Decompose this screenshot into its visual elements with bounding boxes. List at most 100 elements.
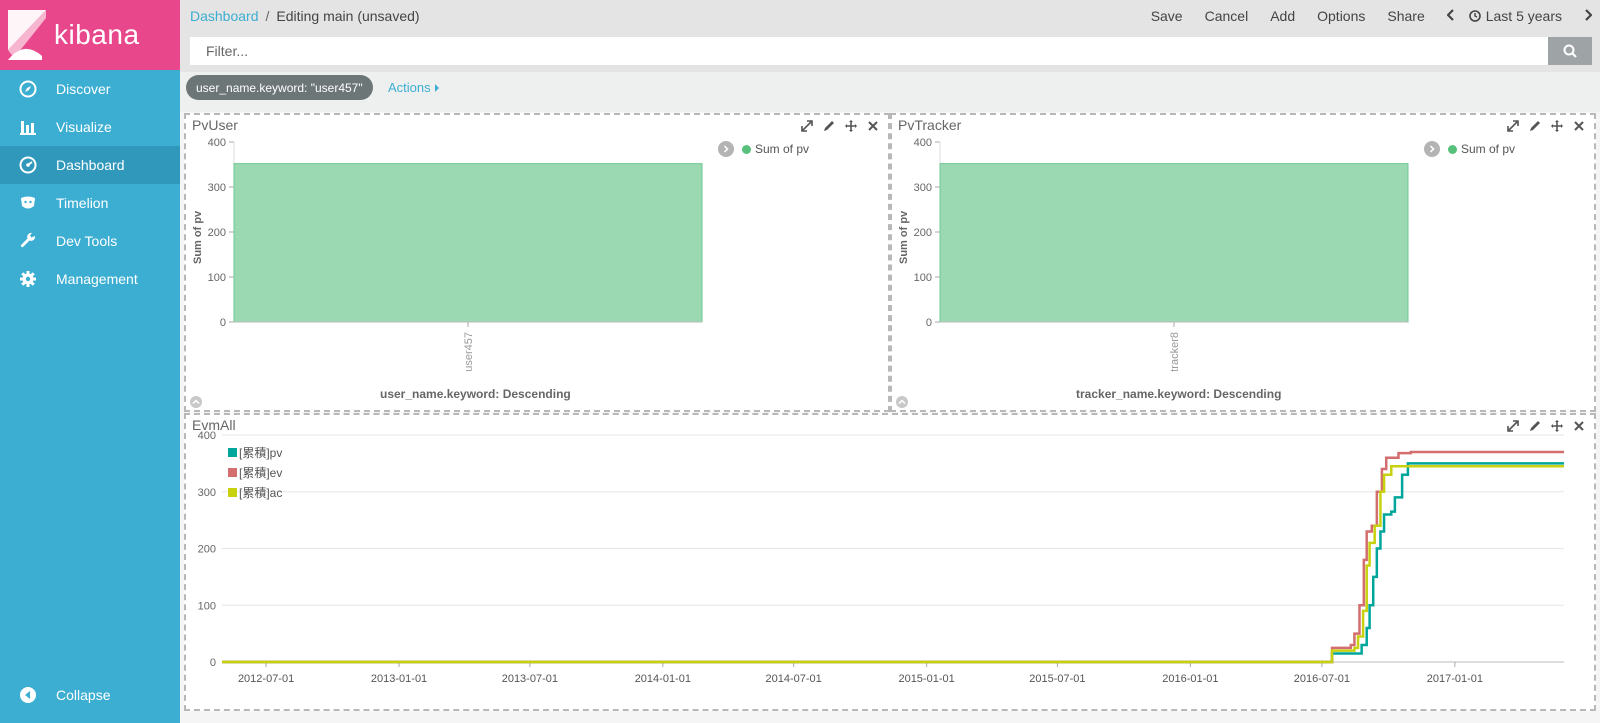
x-tick-label: 2013-01-01 bbox=[371, 673, 427, 685]
y-axis-title: Sum of pv bbox=[192, 210, 204, 264]
x-axis-title: tracker_name.keyword: Descending bbox=[1076, 387, 1282, 401]
legend-swatch bbox=[228, 448, 237, 457]
sidebar-nav: Discover Visualize Dashboard Timelion De… bbox=[0, 70, 180, 298]
x-tick-label: user457 bbox=[463, 332, 475, 372]
add-button[interactable]: Add bbox=[1270, 8, 1295, 24]
legend-toggle-icon[interactable] bbox=[718, 141, 734, 157]
share-button[interactable]: Share bbox=[1387, 8, 1424, 24]
sidebar-item-label: Management bbox=[56, 271, 138, 287]
legend-swatch bbox=[228, 468, 237, 477]
x-tick-label: 2012-07-01 bbox=[238, 673, 294, 685]
legend-label: [累積]ev bbox=[239, 466, 283, 480]
sidebar: kibana Discover Visualize Dashboard Time… bbox=[0, 0, 180, 723]
time-range-label: Last 5 years bbox=[1485, 8, 1562, 24]
legend-item-ac[interactable]: [累積]ac bbox=[228, 484, 282, 501]
pvuser-chart: 0 100 200 300 400 user457 bbox=[208, 137, 703, 372]
y-tick-label: 200 bbox=[208, 227, 226, 239]
bar bbox=[233, 163, 703, 323]
gear-icon bbox=[18, 269, 38, 289]
y-tick-label: 300 bbox=[914, 182, 932, 194]
y-tick-label: 300 bbox=[198, 487, 216, 499]
y-tick-label: 0 bbox=[210, 657, 216, 669]
sidebar-item-label: Timelion bbox=[56, 195, 109, 211]
sidebar-item-dashboard[interactable]: Dashboard bbox=[0, 146, 180, 184]
filter-bar bbox=[180, 32, 1600, 72]
y-tick-label: 100 bbox=[198, 600, 216, 612]
x-tick-label: 2017-01-01 bbox=[1427, 673, 1483, 685]
timelion-icon bbox=[18, 193, 38, 213]
legend-label: [累積]ac bbox=[239, 486, 283, 500]
y-tick-label: 200 bbox=[914, 227, 932, 239]
breadcrumb-separator: / bbox=[265, 8, 270, 24]
time-forward-chevron-icon[interactable] bbox=[1584, 8, 1593, 24]
kibana-wordmark: kibana bbox=[54, 19, 140, 50]
x-tick-label: 2016-07-01 bbox=[1294, 673, 1350, 685]
bar-chart-icon bbox=[18, 117, 38, 137]
y-tick-label: 0 bbox=[926, 317, 932, 329]
filter-pill-bar: user_name.keyword: "user457" Actions bbox=[180, 72, 1600, 112]
y-axis-title: Sum of pv bbox=[898, 210, 910, 264]
x-tick-label: 2014-01-01 bbox=[635, 673, 691, 685]
legend-swatch bbox=[1448, 144, 1457, 154]
line-legend: [累積]pv [累積]ev [累積]ac bbox=[228, 444, 282, 501]
panel-caret-up-icon[interactable] bbox=[190, 396, 202, 408]
y-tick-label: 100 bbox=[914, 272, 932, 284]
legend-item[interactable]: Sum of pv bbox=[742, 142, 809, 156]
legend-label: Sum of pv bbox=[1461, 142, 1516, 156]
filter-input[interactable] bbox=[190, 37, 1548, 65]
filter-pill[interactable]: user_name.keyword: "user457" bbox=[186, 75, 373, 100]
y-tick-label: 400 bbox=[914, 137, 932, 149]
sidebar-item-discover[interactable]: Discover bbox=[0, 70, 180, 108]
panel-evmall: EvmAll 0 100 200 300 400 2012-07-01 2013-01-01… bbox=[184, 413, 1596, 711]
x-tick-label: 2015-01-01 bbox=[898, 673, 954, 685]
actions-dropdown[interactable]: Actions bbox=[388, 80, 440, 95]
legend-toggle-icon[interactable] bbox=[1424, 141, 1440, 157]
clock-icon bbox=[1468, 10, 1481, 22]
x-tick-label: 2014-07-01 bbox=[765, 673, 821, 685]
time-picker[interactable]: Last 5 years bbox=[1468, 8, 1562, 24]
sidebar-item-label: Visualize bbox=[56, 119, 112, 135]
actions-label: Actions bbox=[388, 80, 431, 95]
caret-right-icon bbox=[435, 84, 440, 92]
sidebar-item-label: Dev Tools bbox=[56, 233, 118, 249]
panel-pvuser: PvUser 0 100 200 300 400 user457 Sum of pv us… bbox=[184, 113, 890, 412]
legend-item-pv[interactable]: [累積]pv bbox=[228, 444, 282, 461]
top-actions: Save Cancel Add Options Share Last 5 yea… bbox=[1129, 0, 1593, 32]
filter-pill-label: user_name.keyword: "user457" bbox=[196, 80, 363, 95]
x-tick-label: 2016-01-01 bbox=[1162, 673, 1218, 685]
y-tick-label: 400 bbox=[198, 430, 216, 442]
pvtracker-chart: 0 100 200 300 400 tracker8 bbox=[914, 137, 1409, 372]
evmall-chart: 0 100 200 300 400 2012-07-01 2013-01-01 2013-07… bbox=[198, 430, 1564, 685]
sidebar-item-timelion[interactable]: Timelion bbox=[0, 184, 180, 222]
x-tick-label: 2015-07-01 bbox=[1029, 673, 1085, 685]
legend-label: Sum of pv bbox=[755, 142, 810, 156]
legend-item-ev[interactable]: [累積]ev bbox=[228, 464, 282, 481]
bar bbox=[939, 163, 1409, 323]
time-back-chevron-icon[interactable] bbox=[1446, 8, 1455, 24]
top-nav-bar: Dashboard / Editing main (unsaved) Save … bbox=[180, 0, 1600, 32]
breadcrumb-dashboard[interactable]: Dashboard bbox=[190, 8, 259, 24]
legend-swatch bbox=[742, 144, 751, 154]
dashboard-icon bbox=[18, 155, 38, 175]
sidebar-item-management[interactable]: Management bbox=[0, 260, 180, 298]
wrench-icon bbox=[18, 231, 38, 251]
search-button[interactable] bbox=[1548, 37, 1592, 65]
sidebar-item-visualize[interactable]: Visualize bbox=[0, 108, 180, 146]
y-tick-label: 100 bbox=[208, 272, 226, 284]
y-tick-label: 200 bbox=[198, 544, 216, 556]
cancel-button[interactable]: Cancel bbox=[1205, 8, 1249, 24]
save-button[interactable]: Save bbox=[1151, 8, 1183, 24]
collapse-button[interactable]: Collapse bbox=[0, 681, 180, 709]
x-tick-label: tracker8 bbox=[1169, 332, 1181, 372]
compass-icon bbox=[18, 79, 38, 99]
y-tick-label: 0 bbox=[220, 317, 226, 329]
options-button[interactable]: Options bbox=[1317, 8, 1365, 24]
sidebar-item-dev-tools[interactable]: Dev Tools bbox=[0, 222, 180, 260]
x-axis-title: user_name.keyword: Descending bbox=[380, 387, 571, 401]
collapse-label: Collapse bbox=[56, 687, 111, 703]
kibana-logo[interactable]: kibana bbox=[0, 0, 180, 70]
y-tick-label: 400 bbox=[208, 137, 226, 149]
collapse-icon bbox=[18, 685, 38, 705]
legend-item[interactable]: Sum of pv bbox=[1448, 142, 1515, 156]
panel-caret-up-icon[interactable] bbox=[896, 396, 908, 408]
